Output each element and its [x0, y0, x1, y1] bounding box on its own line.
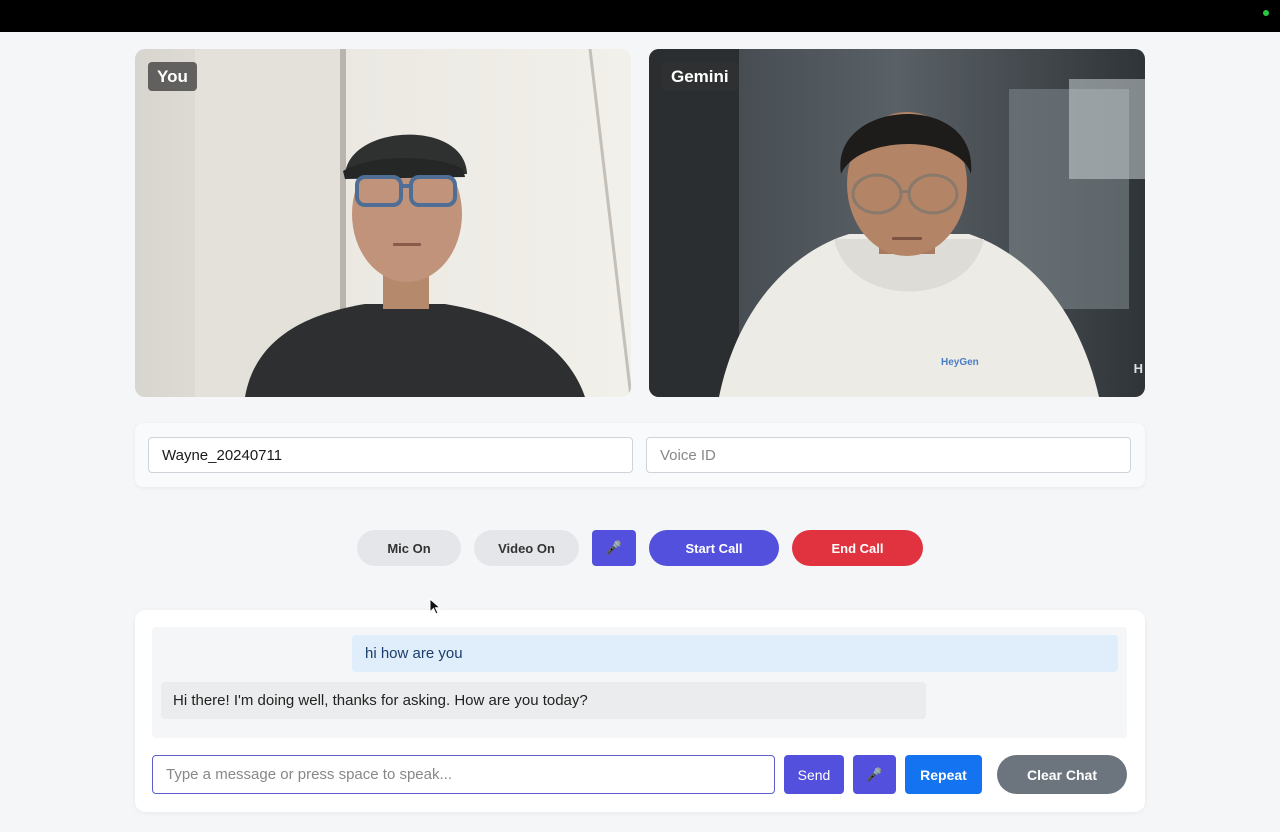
hoodie-logo-text: HeyGen	[941, 357, 979, 368]
avatar-id-input[interactable]	[148, 437, 633, 473]
chat-voice-button[interactable]: 🎤	[853, 755, 896, 794]
local-video: You	[135, 49, 631, 397]
remote-video: Gemini HeyGen H	[649, 49, 1145, 397]
window-top-bar	[0, 0, 1280, 32]
mouse-cursor-icon	[429, 598, 441, 615]
chat-log[interactable]: hi how are you Hi there! I'm doing well,…	[152, 627, 1127, 738]
local-video-frame	[135, 49, 631, 397]
microphone-icon: 🎤	[866, 766, 883, 782]
send-button[interactable]: Send	[784, 755, 844, 794]
assistant-message: Hi there! I'm doing well, thanks for ask…	[161, 682, 926, 719]
remote-video-frame	[649, 49, 1145, 397]
recording-indicator-icon	[1263, 10, 1269, 16]
remote-video-edge-text: H	[1133, 361, 1143, 376]
voice-id-input[interactable]	[646, 437, 1131, 473]
clear-chat-button[interactable]: Clear Chat	[997, 755, 1127, 794]
mic-toggle-button[interactable]: Mic On	[357, 530, 461, 566]
remote-video-label: Gemini	[662, 62, 738, 91]
chat-message-input[interactable]	[152, 755, 775, 794]
user-message: hi how are you	[352, 635, 1118, 672]
voice-input-button[interactable]: 🎤	[592, 530, 636, 566]
chat-panel: hi how are you Hi there! I'm doing well,…	[135, 610, 1145, 812]
end-call-button[interactable]: End Call	[792, 530, 923, 566]
repeat-button[interactable]: Repeat	[905, 755, 982, 794]
microphone-icon: 🎤	[605, 540, 623, 555]
start-call-button[interactable]: Start Call	[649, 530, 779, 566]
local-video-label: You	[148, 62, 197, 91]
settings-panel	[135, 423, 1145, 487]
video-toggle-button[interactable]: Video On	[474, 530, 579, 566]
